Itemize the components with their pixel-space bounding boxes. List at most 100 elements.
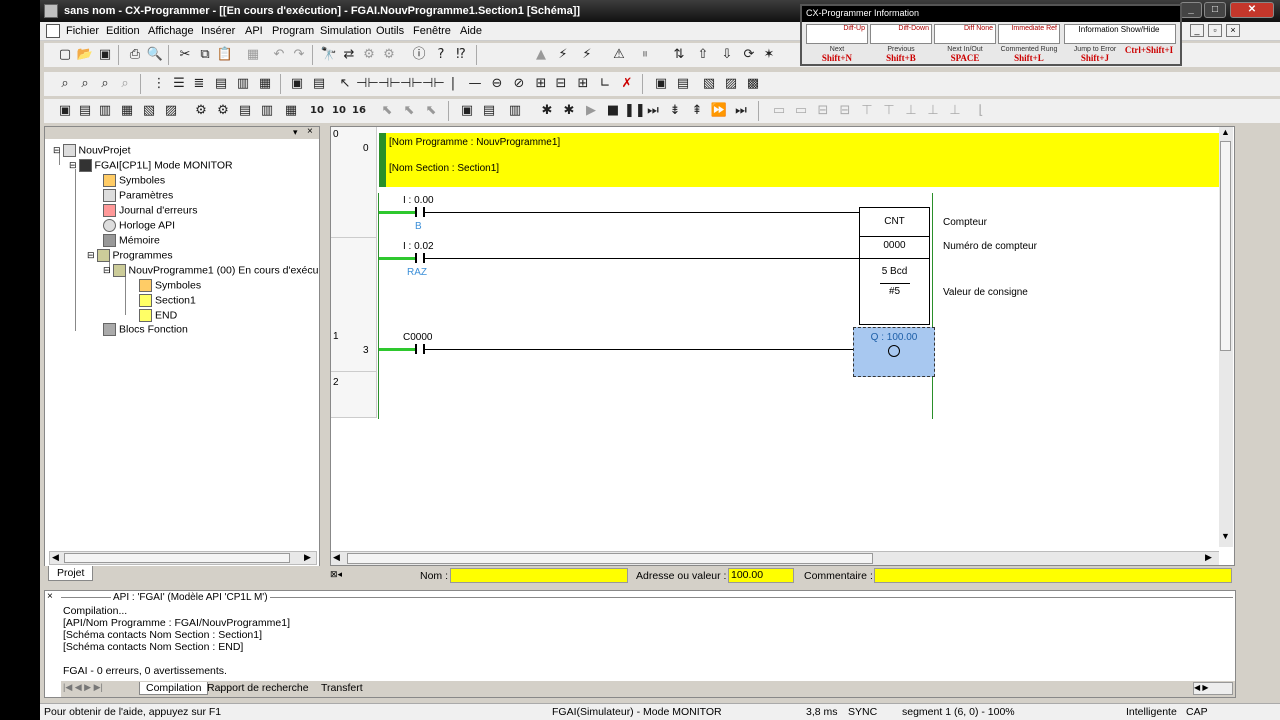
menu-fichier[interactable]: Fichier [66, 25, 99, 37]
tab-transfert[interactable]: Transfert [317, 682, 367, 694]
mdi-minimize-button[interactable]: _ [1190, 24, 1204, 37]
tree-item-memory[interactable]: Mémoire [103, 234, 160, 247]
rung-tool-2-icon[interactable]: ▭ [792, 102, 810, 120]
contact-or-icon[interactable]: ⊣⊢ [400, 75, 423, 93]
delete-icon[interactable]: ▦ [244, 46, 262, 64]
scroll-up-icon[interactable]: ▲ [1221, 127, 1230, 137]
output-hscroll[interactable]: ◀ ▶ [1193, 682, 1233, 695]
help-icon[interactable]: ? [432, 46, 450, 64]
sim-end-icon[interactable]: ⏭ [732, 102, 750, 120]
replace-icon[interactable]: ⇄ [340, 46, 358, 64]
redo-icon[interactable]: ↷ [290, 46, 308, 64]
force-cancel-icon[interactable]: ⬉ [422, 102, 440, 120]
sim-start-icon[interactable]: ▣ [458, 102, 476, 120]
tree-pin-icon[interactable]: ▾ [293, 127, 298, 138]
memory-map-icon[interactable]: ▩ [744, 75, 762, 93]
mode-run-icon[interactable]: ▥ [258, 102, 276, 120]
ladder-vscroll-thumb[interactable] [1220, 141, 1231, 351]
sim-run-icon[interactable]: ▶ [582, 102, 600, 120]
view-output-icon[interactable]: ▧ [140, 102, 158, 120]
instruction-icon[interactable]: ⊞ [532, 75, 550, 93]
transfer-icon[interactable]: ⇅ [670, 46, 688, 64]
minimize-button[interactable]: _ [1180, 2, 1202, 18]
pause-icon[interactable]: ⏸ [636, 46, 654, 64]
watch-icon[interactable]: ▤ [212, 75, 230, 93]
menu-outils[interactable]: Outils [376, 25, 404, 37]
rung-tool-7-icon[interactable]: ⊥ [902, 102, 920, 120]
sim-settings-icon[interactable]: ✱ [538, 102, 556, 120]
ladder-vscrollbar[interactable]: ▲ ▼ [1219, 127, 1233, 547]
horizontal-line-icon[interactable]: — [466, 75, 484, 93]
cut-icon[interactable]: ✂ [176, 46, 194, 64]
tree-item-clock[interactable]: Horloge API [103, 219, 175, 232]
contact-ornc-icon[interactable]: ⊣⊢ [422, 75, 445, 93]
save-icon[interactable]: ▣ [96, 46, 114, 64]
menu-fenetre[interactable]: Fenêtre [413, 25, 451, 37]
vertical-line-icon[interactable]: | [444, 75, 462, 93]
io-table-icon[interactable]: ▥ [234, 75, 252, 93]
scroll-left-icon[interactable]: ◀ [333, 552, 340, 563]
rung-tool-6-icon[interactable]: ⊤ [880, 102, 898, 120]
print-preview-icon[interactable]: 🔍 [146, 46, 164, 64]
zoom-icon[interactable]: ⌕ [56, 75, 74, 93]
tree-item-prog-symbols[interactable]: Symboles [139, 279, 201, 292]
sim-debug-icon[interactable]: ▤ [480, 102, 498, 120]
tab-nav-icons[interactable]: |◀ ◀ ▶ ▶| [63, 682, 103, 693]
tree-scroll-thumb[interactable] [64, 553, 290, 563]
menu-api[interactable]: API [245, 25, 263, 37]
sfc-icon[interactable]: ▣ [288, 75, 306, 93]
online-icon[interactable]: ▲ [532, 46, 550, 64]
mode-monitor-icon[interactable]: ▤ [236, 102, 254, 120]
radix-10s-icon[interactable]: 10 [330, 102, 348, 120]
tab-projet[interactable]: Projet [48, 566, 94, 581]
immediate-ref-cell[interactable]: Immediate Ref [998, 24, 1060, 44]
comments-icon[interactable]: ☰ [170, 75, 188, 93]
rung-tool-1-icon[interactable]: ▭ [770, 102, 788, 120]
close-x-icon[interactable]: ⊠◂ [330, 569, 342, 580]
fb-icon[interactable]: ⊟ [552, 75, 570, 93]
compare-icon[interactable]: ⚠ [610, 46, 628, 64]
monitor-icon[interactable]: ⚡ [554, 46, 572, 64]
sim-step-icon[interactable]: ⏭ [644, 102, 662, 120]
info-show-hide-cell[interactable]: Information Show/Hide [1064, 24, 1176, 44]
rung-tool-8-icon[interactable]: ⊥ [924, 102, 942, 120]
sync-icon[interactable]: ⟳ [740, 46, 758, 64]
sim-stop-icon[interactable]: ■ [604, 102, 622, 120]
coil-icon[interactable]: ⊖ [488, 75, 506, 93]
memory-view-icon[interactable]: ▦ [282, 102, 300, 120]
tree-item-programs[interactable]: ⊟ Programmes [87, 249, 173, 262]
delete-line-icon[interactable]: ✗ [618, 75, 636, 93]
tree-item-section1[interactable]: Section1 [139, 294, 196, 307]
rung-tool-9-icon[interactable]: ⊥ [946, 102, 964, 120]
scroll-right-icon[interactable]: ▶ [1205, 552, 1212, 563]
mdi-close-button[interactable]: × [1226, 24, 1240, 37]
tab-compilation[interactable]: Compilation [139, 682, 209, 695]
tree-item-end[interactable]: END [139, 309, 177, 322]
diff-up-cell[interactable]: Diff-Up [806, 24, 868, 44]
grid-icon[interactable]: ⋮ [150, 75, 168, 93]
menu-program[interactable]: Program [272, 25, 314, 37]
comment-field[interactable] [874, 568, 1232, 583]
address-field[interactable]: 100.00 [728, 568, 794, 583]
diff-none-cell[interactable]: Diff None [934, 24, 996, 44]
coil-nc-icon[interactable]: ⊘ [510, 75, 528, 93]
radix-16-icon[interactable]: 16 [350, 102, 368, 120]
radix-10-icon[interactable]: 10 [308, 102, 326, 120]
close-button[interactable]: ✕ [1230, 2, 1274, 18]
mode-debug-icon[interactable]: ⚙ [214, 102, 232, 120]
cnt-instruction-block[interactable]: CNT 0000 5 Bcd #5 [859, 207, 930, 325]
info-icon[interactable]: ⓘ [410, 46, 428, 64]
upload-icon[interactable]: ⇧ [694, 46, 712, 64]
tree-item-settings[interactable]: Paramètres [103, 189, 173, 202]
find-icon[interactable]: 🔭 [320, 46, 338, 64]
program-run-icon[interactable]: ✶ [760, 46, 778, 64]
sim-pause-icon[interactable]: ❚❚ [624, 102, 646, 120]
jump-icon[interactable]: ⊞ [574, 75, 592, 93]
symbol-table-icon[interactable]: ▦ [256, 75, 274, 93]
tree-item-project[interactable]: ⊟ NouvProjet [53, 144, 131, 157]
zoom-fit-icon[interactable]: ⌕ [116, 75, 134, 93]
scroll-right-icon[interactable]: ▶ [304, 552, 311, 563]
mdi-restore-button[interactable]: ▫ [1208, 24, 1222, 37]
print-icon[interactable]: ⎙ [126, 46, 144, 64]
download-icon[interactable]: ⇩ [718, 46, 736, 64]
